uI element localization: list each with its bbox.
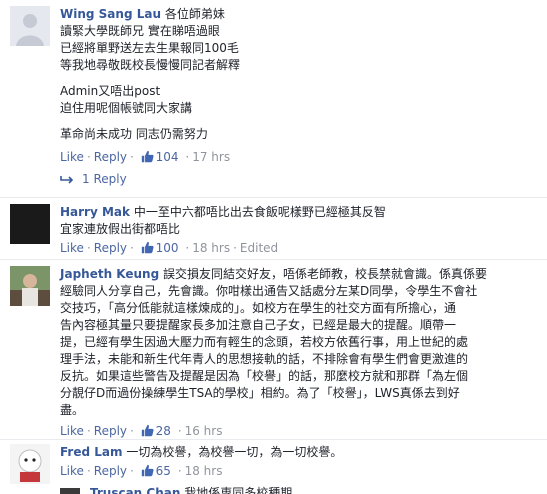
profile-photo-icon xyxy=(10,266,50,306)
comment-body: Fred Lam 一切為校譽，為校譽一切，為一切校譽。 Like · Reply · … xyxy=(60,444,539,480)
comment-text-line: 分靚仔D而過份操練學生TSA的學校」相約。為了「校譽」，LWS真係去到好 xyxy=(60,386,460,400)
comment-text-line: 提，已經有學生因過大壓力而有輕生的念頭，若校方依舊行事，用上世紀的處 xyxy=(60,335,469,349)
comments-feed: Wing Sang Lau 各位師弟妹 讀緊大學既師兄 實在睇唔過眼 已經將單野… xyxy=(0,0,547,494)
comment-text-line: 宜家連放假出街都唔比 xyxy=(60,222,181,236)
comment-text-line: 理手法，未能和新生代年青人的思想接軌的話，不排除會有學生們會更激進的 xyxy=(60,352,469,366)
comment-actions: Like · Reply · 28 · 16 hrs xyxy=(60,424,223,438)
comment-text-line: 我地係専同多校種期 xyxy=(184,486,293,494)
comment-text-line: Admin又唔出post xyxy=(60,84,161,98)
comment-text-line: 經驗同人分享自己，先會識。你咁樣出通告又話處分左某D同學，令學生不會社 xyxy=(60,284,478,298)
thumbs-up-icon xyxy=(141,424,154,437)
like-link[interactable]: Like xyxy=(60,150,84,164)
comment-item: Fred Lam 一切為校譽，為校譽一切，為一切校譽。 Like · Reply · … xyxy=(0,440,547,484)
like-count[interactable]: 65 xyxy=(141,464,175,478)
avatar[interactable] xyxy=(10,444,50,484)
comment-body: Harry Mak 中一至中六都唔比出去食飯呢樣野已經極其反智 宜家連放假出街都… xyxy=(60,204,539,257)
comment-time[interactable]: 16 hrs xyxy=(185,424,223,438)
comment-item: Wing Sang Lau 各位師弟妹 讀緊大學既師兄 實在睇唔過眼 已經將單野… xyxy=(0,0,547,196)
like-link[interactable]: Like xyxy=(60,464,84,478)
comment-text-line: 反抗。如果這些警告及提醒是因為「校譽」的話，那麼校方就和那群「為左個 xyxy=(60,369,469,383)
comment-item: Truscan Chan 我地係専同多校種期 xyxy=(0,484,547,494)
reply-link[interactable]: Reply xyxy=(94,241,127,255)
like-count-value: 65 xyxy=(155,464,171,478)
comment-body: Truscan Chan 我地係専同多校種期 xyxy=(90,486,292,494)
view-replies-label: 1 Reply xyxy=(82,172,127,186)
comment-time[interactable]: 17 hrs xyxy=(192,150,230,164)
comment-author[interactable]: Fred Lam xyxy=(60,445,123,459)
edited-label[interactable]: Edited xyxy=(240,241,278,255)
like-link[interactable]: Like xyxy=(60,424,84,438)
thumbs-up-icon xyxy=(141,150,154,163)
like-link[interactable]: Like xyxy=(60,241,84,255)
comment-text-line: 迫住用呢個帳號同大家講 xyxy=(60,101,193,115)
comment-text-line: 讀緊大學既師兄 實在睇唔過眼 xyxy=(60,24,220,38)
comment-text-line: 交技巧，「高分低能就這樣煉成的」。如校方在學生的社交方面有所擔心，通 xyxy=(60,301,457,315)
comment-author[interactable]: Wing Sang Lau xyxy=(60,7,161,21)
comment-text-line: 已經將單野送左去生果報同100毛 xyxy=(60,41,239,55)
comment-author[interactable]: Japheth Keung xyxy=(60,267,159,281)
comment-actions: Like · Reply · 65 · 18 hrs xyxy=(60,464,223,478)
comment-actions: Like · Reply · 100 · 18 hrs · Edited xyxy=(60,241,279,255)
comment-author[interactable]: Harry Mak xyxy=(60,205,130,219)
like-count-value: 100 xyxy=(155,241,179,255)
like-count[interactable]: 104 xyxy=(141,150,183,164)
reply-arrow-icon xyxy=(60,175,74,184)
avatar[interactable] xyxy=(60,488,80,494)
like-count[interactable]: 28 xyxy=(141,424,175,438)
like-count-value: 28 xyxy=(155,424,171,438)
comment-time[interactable]: 18 hrs xyxy=(185,464,223,478)
reply-link[interactable]: Reply xyxy=(94,150,127,164)
comment-body: Wing Sang Lau 各位師弟妹 讀緊大學既師兄 實在睇唔過眼 已經將單野… xyxy=(60,6,539,166)
comment-time[interactable]: 18 hrs xyxy=(192,241,230,255)
profile-photo-icon xyxy=(10,444,50,484)
comment-author[interactable]: Truscan Chan xyxy=(90,486,180,494)
comment-text-line: 革命尚未成功 同志仍需努力 xyxy=(60,127,208,141)
view-replies-link[interactable]: 1 Reply xyxy=(60,172,127,186)
comment-item: Harry Mak 中一至中六都唔比出去食飯呢樣野已經極其反智 宜家連放假出街都… xyxy=(0,198,547,258)
comment-text-line: 告內容極其量只要提醒家長多加注意自己子女，已經是最大的提醒。順帶一 xyxy=(60,318,457,332)
reply-link[interactable]: Reply xyxy=(94,464,127,478)
comment-text-line: 等我地尋敬既校長慢慢同記者解釋 xyxy=(60,58,241,72)
like-count[interactable]: 100 xyxy=(141,241,183,255)
comment-body: Japheth Keung 誤交損友同結交好友，唔係老師教，校長禁就會識。係真係… xyxy=(60,266,539,440)
comment-text-line: 中一至中六都唔比出去食飯呢樣野已經極其反智 xyxy=(133,205,386,219)
comment-text-line: 盡。 xyxy=(60,403,85,417)
thumbs-up-icon xyxy=(141,464,154,477)
reply-link[interactable]: Reply xyxy=(94,424,127,438)
comment-item: Japheth Keung 誤交損友同結交好友，唔係老師教，校長禁就會識。係真係… xyxy=(0,260,547,438)
comment-text-line: 誤交損友同結交好友，唔係老師教，校長禁就會識。係真係要 xyxy=(163,267,488,281)
comment-text-line: 各位師弟妹 xyxy=(164,7,225,21)
comment-text-line: 一切為校譽，為校譽一切，為一切校譽。 xyxy=(126,445,343,459)
comment-actions: Like · Reply · 104 · 17 hrs xyxy=(60,150,231,164)
default-avatar-icon xyxy=(10,6,50,46)
like-count-value: 104 xyxy=(155,150,179,164)
thumbs-up-icon xyxy=(141,241,154,254)
avatar[interactable] xyxy=(10,266,50,306)
avatar[interactable] xyxy=(10,6,50,46)
avatar[interactable] xyxy=(10,204,50,244)
